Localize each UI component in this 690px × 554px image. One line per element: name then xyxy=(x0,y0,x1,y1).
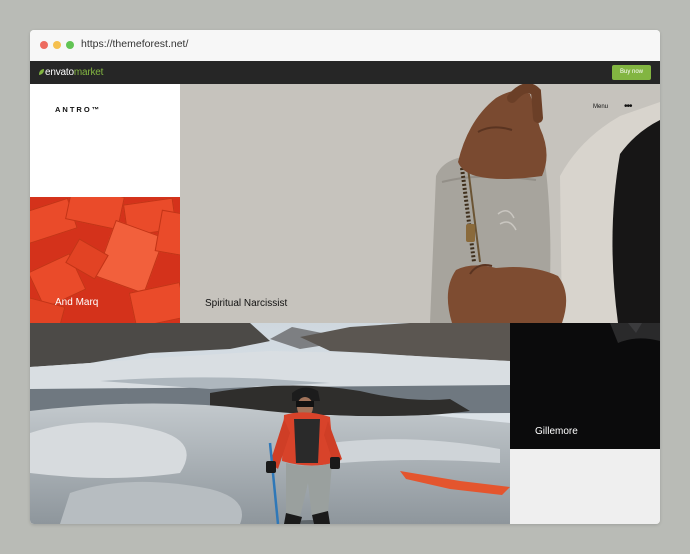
envato-market-bar: envatomarket Buy now xyxy=(30,61,660,84)
menu-link[interactable]: Menu xyxy=(593,104,608,110)
tile-title-gillemore: Gillemore xyxy=(535,426,578,437)
gillemore-photo xyxy=(610,323,660,343)
site-logo[interactable]: ANTRO™ xyxy=(55,105,101,114)
address-bar[interactable]: https://themeforest.net/ xyxy=(81,38,188,50)
close-window-icon[interactable] xyxy=(40,41,48,49)
browser-titlebar: https://themeforest.net/ xyxy=(30,30,660,62)
minimize-window-icon[interactable] xyxy=(53,41,61,49)
tile-title-and-marq: And Marq xyxy=(55,297,99,308)
portfolio-tile-glacier-hiker[interactable] xyxy=(30,323,510,524)
more-options-icon[interactable]: ••• xyxy=(624,101,632,112)
glacier-hiker-photo xyxy=(30,323,510,524)
envato-leaf-icon xyxy=(39,69,44,75)
hoodie-zipper-photo xyxy=(430,84,660,323)
buy-now-button[interactable]: Buy now xyxy=(612,65,651,80)
portfolio-tile-spiritual-narcissist[interactable]: Menu ••• Spiritual Narcissist xyxy=(180,84,660,323)
logo-panel: ANTRO™ xyxy=(30,84,180,197)
envato-logo-accent: market xyxy=(73,67,104,78)
maximize-window-icon[interactable] xyxy=(66,41,74,49)
envato-logo-main: envato xyxy=(45,67,74,78)
portfolio-tile-and-marq[interactable]: And Marq xyxy=(30,197,180,323)
theme-preview: ANTRO™ And Marq Menu ••• Spiritual Narci… xyxy=(30,84,660,524)
envato-logo[interactable]: envatomarket xyxy=(39,67,103,78)
tile-title-spiritual-narcissist: Spiritual Narcissist xyxy=(205,298,288,309)
browser-window: https://themeforest.net/ envatomarket Bu… xyxy=(30,30,660,524)
portfolio-tile-gillemore[interactable]: Gillemore xyxy=(510,323,660,449)
portfolio-tile-placeholder xyxy=(510,449,660,524)
